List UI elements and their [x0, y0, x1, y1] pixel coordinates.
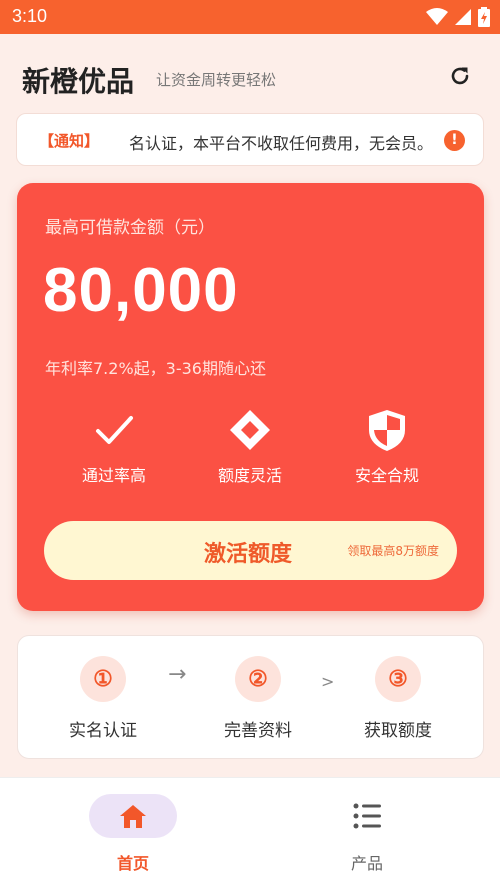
max-amount-value: 80,000	[43, 256, 239, 325]
feature-safe-compliant: 安全合规	[327, 408, 447, 486]
diamond-icon	[230, 410, 270, 450]
signal-icon	[455, 9, 471, 25]
status-time: 3:10	[12, 6, 48, 26]
tab-products-indicator	[323, 794, 411, 838]
max-amount-label: 最高可借款金额（元）	[45, 218, 215, 238]
step-label: 完善资料	[224, 721, 292, 741]
list-icon	[353, 803, 381, 829]
info-icon[interactable]: !	[444, 130, 465, 151]
notice-text: 名认证，本平台不收取任何费用，无会员。	[129, 134, 434, 153]
feature-label: 通过率高	[81, 466, 146, 485]
interest-rate-text: 年利率7.2%起，3-36期随心还	[45, 359, 266, 378]
battery-icon	[478, 7, 490, 27]
step-complete-info: ② 完善资料	[203, 656, 313, 741]
step-number: ③	[375, 656, 421, 702]
step-number: ②	[235, 656, 281, 702]
step-arrow: >	[321, 672, 335, 691]
feature-label: 额度灵活	[217, 466, 282, 485]
shield-icon	[369, 410, 405, 451]
app-title: 新橙优品	[22, 65, 135, 98]
step-label: 实名认证	[69, 721, 137, 741]
notice-banner[interactable]: 【通知】 名认证，本平台不收取任何费用，无会员。 !	[16, 113, 484, 166]
step-number: ①	[80, 656, 126, 702]
activate-button-label: 激活额度	[204, 542, 293, 567]
activate-button-sublabel: 领取最高8万额度	[347, 544, 439, 558]
loan-card: 最高可借款金额（元） 80,000 年利率7.2%起，3-36期随心还 通过率高…	[17, 183, 484, 611]
checkmark-icon	[96, 416, 133, 444]
step-get-quota: ③ 获取额度	[343, 656, 453, 741]
tab-label: 首页	[116, 854, 149, 873]
app-header: 新橙优品 让资金周转更轻松	[0, 34, 500, 120]
notice-tag: 【通知】	[39, 132, 100, 150]
tab-home-indicator	[89, 794, 177, 838]
tab-products[interactable]: 产品	[307, 794, 427, 874]
step-realname: ① 实名认证	[48, 656, 158, 741]
feature-flexible-amount: 额度灵活	[190, 408, 310, 486]
feature-high-pass-rate: 通过率高	[54, 408, 174, 486]
status-bar: 3:10	[0, 0, 500, 34]
refresh-icon[interactable]	[448, 64, 472, 88]
step-label: 获取额度	[364, 721, 432, 741]
tab-label: 产品	[350, 854, 383, 873]
tab-home[interactable]: 首页	[73, 794, 193, 874]
app-slogan: 让资金周转更轻松	[156, 71, 277, 89]
process-steps: ① 实名认证 → ② 完善资料 > ③ 获取额度	[17, 635, 484, 759]
step-arrow: →	[168, 662, 187, 687]
activate-quota-button[interactable]: 激活额度 领取最高8万额度	[44, 521, 457, 580]
status-icons	[426, 6, 490, 28]
home-icon	[120, 805, 146, 828]
feature-label: 安全合规	[354, 466, 419, 485]
wifi-icon	[426, 8, 448, 25]
bottom-tab-bar: 首页 产品	[0, 777, 500, 889]
